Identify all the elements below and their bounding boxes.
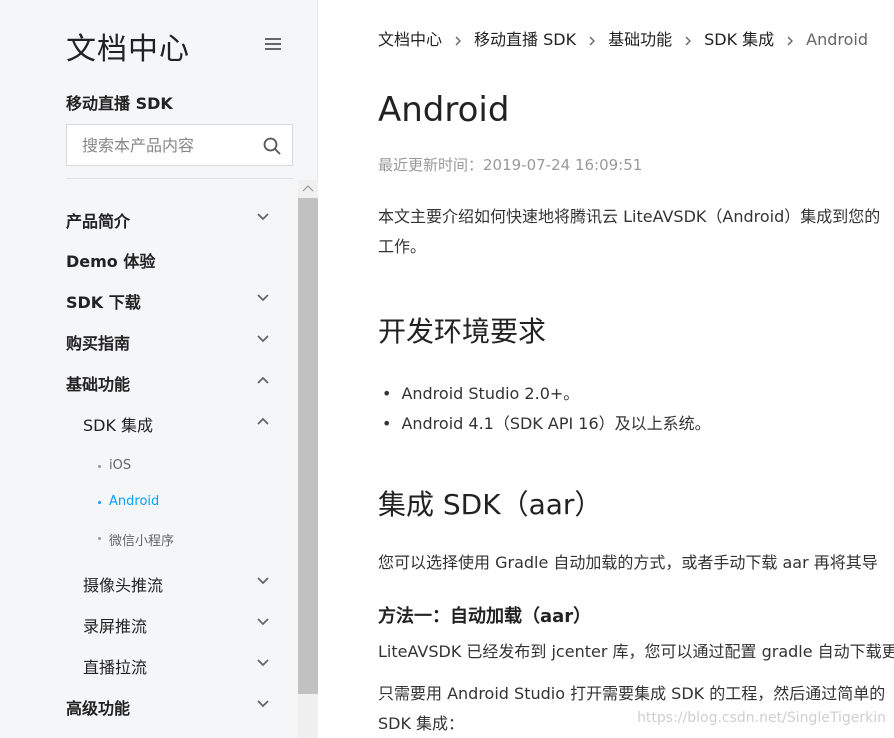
list-item: Android 4.1（SDK API 16）及以上系统。: [382, 410, 710, 434]
breadcrumb-sdk-integration[interactable]: SDK 集成: [704, 30, 774, 49]
breadcrumb-live-sdk[interactable]: 移动直播 SDK: [474, 30, 576, 49]
integrate-paragraph: 您可以选择使用 Gradle 自动加载的方式，或者手动下载 aar 再将其导: [378, 553, 878, 572]
section-heading-integrate: 集成 SDK（aar）: [378, 488, 603, 521]
nav-item-live-pull[interactable]: 直播拉流: [0, 646, 298, 682]
subsection-heading-method1: 方法一：自动加载（aar）: [378, 606, 592, 627]
chevron-right-icon: [685, 36, 692, 45]
method1-paragraph: LiteAVSDK 已经发布到 jcenter 库，您可以通过配置 gradle…: [378, 642, 894, 661]
nav-item-label: SDK 集成: [83, 416, 154, 435]
nav-item-label: 高级功能: [66, 699, 131, 718]
main-content: 文档中心 移动直播 SDK 基础功能 SDK 集成 Android Android 最近…: [318, 0, 894, 738]
hamburger-menu-icon[interactable]: [265, 38, 281, 52]
nav-item-label: 产品简介: [66, 212, 131, 231]
chevron-right-icon: [589, 36, 596, 45]
breadcrumb-basic-features[interactable]: 基础功能: [608, 30, 672, 49]
sidebar-divider: [66, 178, 293, 179]
nav-item-screen-push[interactable]: 录屏推流: [0, 605, 298, 641]
section-heading-env: 开发环境要求: [378, 315, 547, 348]
nav-item-label: 购买指南: [66, 334, 131, 353]
sidebar: 文档中心 移动直播 SDK 产品简介 Demo 体验 SDK 下载 购买指南 基…: [0, 0, 318, 738]
nav-item-product-intro[interactable]: 产品简介: [0, 200, 298, 236]
chevron-down-icon: [257, 335, 269, 343]
sub-item-label: Android: [109, 494, 160, 509]
product-title: 移动直播 SDK: [66, 94, 173, 113]
intro-paragraph-line: 工作。: [378, 237, 427, 256]
chevron-right-icon: [455, 36, 462, 45]
doc-center-logo[interactable]: 文档中心: [66, 24, 190, 68]
method1-paragraph-line: SDK 集成：: [378, 714, 465, 733]
sub-item-label: 微信小程序: [109, 534, 175, 549]
sidebar-nav: 产品简介 Demo 体验 SDK 下载 购买指南 基础功能 SDK 集成 iOS: [0, 180, 298, 738]
breadcrumb-doc-center[interactable]: 文档中心: [378, 30, 442, 49]
nav-item-purchase-guide[interactable]: 购买指南: [0, 322, 298, 358]
chevron-down-icon: [257, 700, 269, 708]
breadcrumb: 文档中心 移动直播 SDK 基础功能 SDK 集成 Android: [378, 26, 868, 50]
chevron-up-icon: [257, 376, 269, 384]
nav-item-label: Demo 体验: [66, 252, 156, 271]
nav-item-advanced-features[interactable]: 高级功能: [0, 687, 298, 723]
sidebar-scrollbar[interactable]: [298, 180, 318, 738]
last-updated: 最近更新时间：2019-07-24 16:09:51: [378, 156, 643, 174]
chevron-down-icon: [257, 294, 269, 302]
nav-item-label: 直播拉流: [83, 658, 148, 677]
chevron-down-icon: [257, 618, 269, 626]
search-input[interactable]: [80, 135, 264, 156]
method1-paragraph-line: 只需要用 Android Studio 打开需要集成 SDK 的工程，然后通过简…: [378, 684, 886, 703]
search-icon[interactable]: [262, 136, 282, 156]
page-title: Android: [378, 90, 510, 130]
chevron-down-icon: [257, 213, 269, 221]
scroll-up-arrow-icon[interactable]: [298, 180, 318, 198]
nav-item-camera-push[interactable]: 摄像头推流: [0, 564, 298, 600]
nav-item-sdk-integration[interactable]: SDK 集成: [0, 404, 298, 440]
nav-item-label: 基础功能: [66, 375, 131, 394]
intro-paragraph-line: 本文主要介绍如何快速地将腾讯云 LiteAVSDK（Android）集成到您的: [378, 207, 881, 226]
nav-item-label: 摄像头推流: [83, 576, 164, 595]
nav-item-label: 录屏推流: [83, 617, 148, 636]
chevron-down-icon: [257, 659, 269, 667]
scrollbar-thumb[interactable]: [298, 198, 318, 694]
nav-item-basic-features[interactable]: 基础功能: [0, 363, 298, 399]
chevron-up-icon: [257, 417, 269, 425]
search-box: [66, 124, 293, 166]
watermark: https://blog.csdn.net/SingleTigerkin: [637, 710, 886, 726]
breadcrumb-current: Android: [806, 30, 869, 49]
chevron-right-icon: [787, 36, 794, 45]
nav-item-demo[interactable]: Demo 体验: [0, 240, 298, 276]
list-item: Android Studio 2.0+。: [382, 380, 579, 404]
bullet-dot: [98, 537, 101, 540]
chevron-down-icon: [257, 577, 269, 585]
nav-item-label: SDK 下载: [66, 293, 141, 312]
nav-item-sdk-download[interactable]: SDK 下载: [0, 281, 298, 317]
bullet-dot: [98, 501, 101, 504]
sub-item-label: iOS: [109, 458, 132, 473]
bullet-dot: [98, 465, 101, 468]
